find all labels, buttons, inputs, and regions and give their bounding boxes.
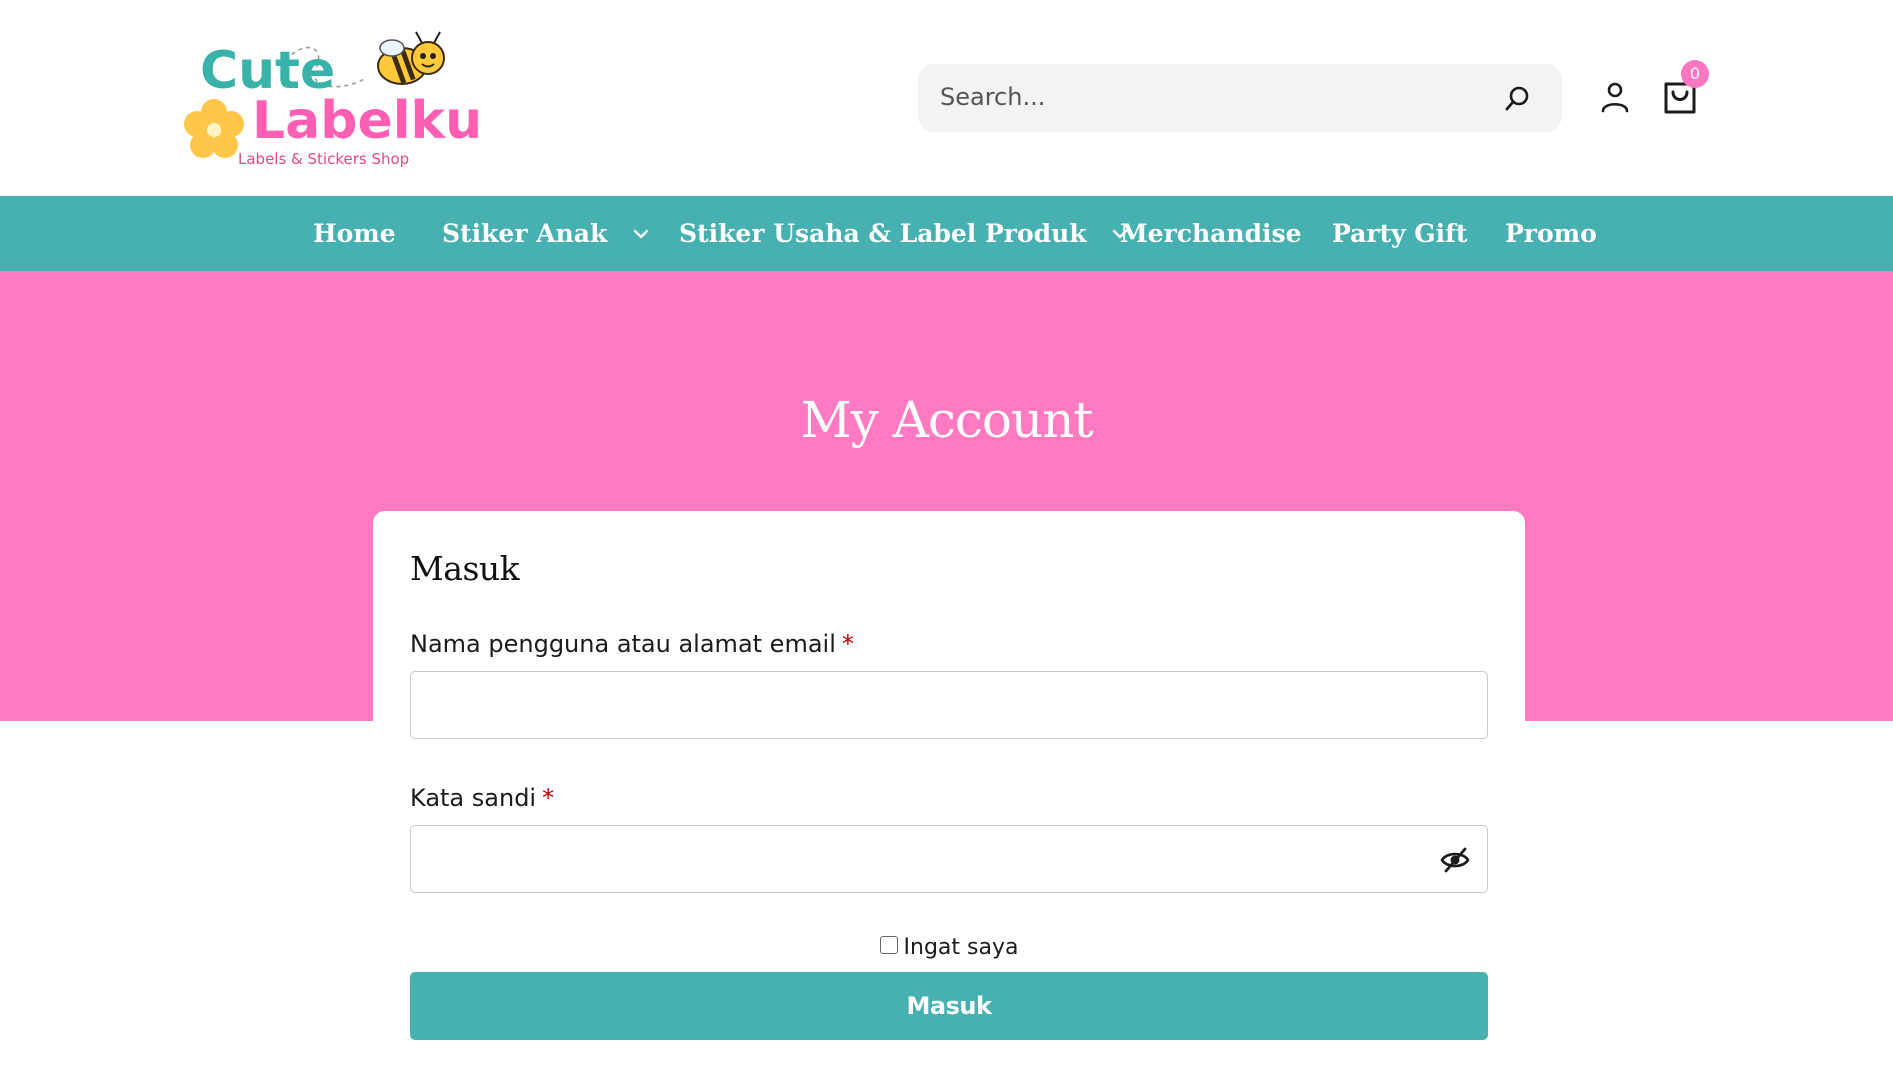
cart-count-badge: 0 — [1681, 60, 1709, 88]
svg-text:Labels & Stickers Shop: Labels & Stickers Shop — [238, 150, 409, 168]
password-label: Kata sandi * — [410, 784, 554, 812]
search-input[interactable]: Search... — [940, 83, 1045, 111]
remember-me-row: Ingat saya — [373, 935, 1525, 960]
search-bar[interactable]: Search... — [918, 64, 1562, 132]
remember-me-label[interactable]: Ingat saya — [904, 935, 1019, 960]
password-label-text: Kata sandi — [410, 784, 537, 812]
nav-item-label: Stiker Usaha & Label Produk — [679, 219, 1087, 248]
nav-item-label: Merchandise — [1120, 219, 1302, 248]
nav-item-label: Home — [313, 219, 396, 248]
required-marker: * — [542, 784, 555, 812]
page-title: My Account — [800, 391, 1093, 449]
nav-item-home[interactable]: Home — [313, 196, 396, 271]
remember-me-checkbox[interactable] — [879, 936, 898, 954]
login-title: Masuk — [410, 549, 520, 588]
cute-labelku-logo[interactable]: Cute Labelku Labels & Stickers Shop — [176, 18, 486, 178]
login-card: Masuk Nama pengguna atau alamat email * K… — [373, 511, 1525, 1072]
password-field[interactable] — [410, 825, 1488, 893]
nav-item-label: Party Gift — [1332, 219, 1468, 248]
svg-text:Labelku: Labelku — [252, 91, 482, 151]
main-navigation: Home Stiker Anak Stiker Usaha & Label Pr… — [0, 196, 1893, 271]
username-label-text: Nama pengguna atau alamat email — [410, 630, 836, 658]
nav-item-label: Promo — [1505, 219, 1597, 248]
search-icon[interactable] — [1502, 84, 1532, 114]
nav-item-stiker-anak[interactable]: Stiker Anak — [442, 196, 650, 271]
chevron-down-icon[interactable] — [632, 228, 650, 240]
nav-item-party-gift[interactable]: Party Gift — [1332, 196, 1467, 271]
nav-item-label: Stiker Anak — [442, 219, 608, 248]
user-account-icon[interactable] — [1598, 80, 1632, 114]
nav-item-stiker-usaha[interactable]: Stiker Usaha & Label Produk — [679, 196, 1129, 271]
eye-slash-icon[interactable] — [1439, 845, 1471, 875]
site-header: Cute Labelku Labels & Stickers Shop Sear… — [0, 0, 1893, 196]
nav-item-promo[interactable]: Promo — [1505, 196, 1597, 271]
login-submit-button[interactable]: Masuk — [410, 972, 1488, 1040]
username-field[interactable] — [410, 671, 1488, 739]
nav-item-merchandise[interactable]: Merchandise — [1120, 196, 1301, 271]
required-marker: * — [841, 630, 854, 658]
username-label: Nama pengguna atau alamat email * — [410, 630, 854, 658]
